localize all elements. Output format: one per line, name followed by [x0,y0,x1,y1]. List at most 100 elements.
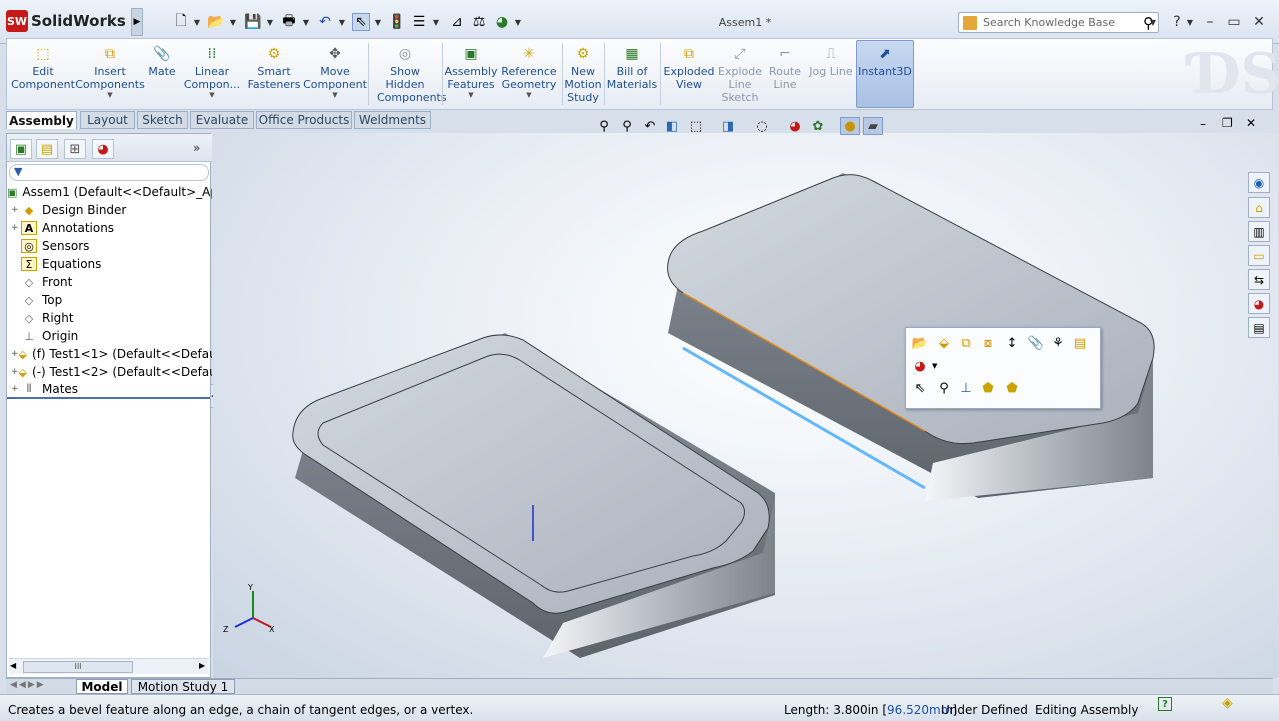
tree-item-test1-1[interactable]: + ⬙ (f) Test1<1> (Default<<Defaul [7,345,212,363]
hide-show-items-icon[interactable]: ◌ [752,117,772,135]
help-icon[interactable]: ? [1158,697,1172,711]
edit-component-button[interactable]: ⬚ Edit Component [11,41,75,109]
isolate-icon[interactable]: ⬟ [978,378,998,398]
part-test1-1[interactable] [292,333,775,658]
tab-motion-study-1[interactable]: Motion Study 1 [131,679,235,694]
configuration-manager-tab-icon[interactable]: ⊞ [64,139,86,159]
shadows-icon[interactable]: ▰ [863,117,883,135]
design-library-icon[interactable]: ▥ [1248,221,1270,242]
appearances-icon[interactable]: ◕ [1248,293,1270,314]
chevron-down-icon[interactable]: ▼ [932,362,937,370]
custom-properties-icon[interactable]: ▤ [1248,317,1270,338]
display-manager-tab-icon[interactable]: ◕ [92,139,114,159]
zoom-to-selection-icon[interactable]: ⚲ [934,378,954,398]
solidworks-logo[interactable]: SW SolidWorks [6,8,126,34]
move-component-button[interactable]: ✥ Move Component ▼ [303,41,367,109]
solidworks-resources-icon[interactable]: ◉ [1248,172,1270,193]
tab-office-products[interactable]: Office Products [256,111,352,129]
tab-scroll-arrows-icon[interactable]: ◀◀▶▶ [10,680,46,690]
tree-item-mates[interactable]: + ⫴ Mates [7,381,212,399]
exploded-view-button[interactable]: ⧉ Exploded View [663,41,715,109]
chevron-down-icon[interactable]: ▼ [332,91,337,99]
realview-graphics-icon[interactable]: ● [840,117,860,135]
edit-part-icon[interactable]: ⬙ [934,333,954,353]
instant3d-button[interactable]: ⬈ Instant3D [856,40,914,108]
new-document-icon[interactable]: 🗋 [172,13,190,31]
reference-geometry-button[interactable]: ✳ Reference Geometry ▼ [499,41,559,109]
chevron-down-icon[interactable]: ▼ [468,91,473,99]
fix-component-icon[interactable]: ⬟ [1002,378,1022,398]
expand-icon[interactable]: + [11,367,19,377]
expand-icon[interactable]: + [11,384,21,394]
tab-layout[interactable]: Layout [80,111,135,129]
select-other-icon[interactable]: ⇖ [910,378,930,398]
tree-item-test1-2[interactable]: + ⬙ (-) Test1<2> (Default<<Defaul [7,363,212,381]
property-manager-tab-icon[interactable]: ▤ [36,139,58,159]
tree-item-sensors[interactable]: ◎ Sensors [7,237,212,255]
smart-fasteners-button[interactable]: ⚙ Smart Fasteners [245,41,303,109]
smart-mates-icon[interactable]: ⚘ [1048,333,1068,353]
viewport-restore-button[interactable]: ❐ [1222,116,1233,130]
change-transparency-icon[interactable]: ⧇ [978,333,998,353]
open-part-icon[interactable]: 📂 [910,333,930,353]
jog-line-button[interactable]: ⎍ Jog Line [807,41,855,109]
graphics-area[interactable]: Y X Z [213,133,1278,678]
maximize-button[interactable]: ▭ [1224,12,1244,32]
expand-icon[interactable]: + [11,349,19,359]
insert-components-button[interactable]: ⧉ Insert Components ▼ [75,41,145,109]
show-hidden-components-button[interactable]: ◎ Show Hidden Components [371,41,447,109]
mate-paperclip-icon[interactable]: 📎 [1026,333,1046,353]
tree-filter[interactable]: ▼ [9,164,209,181]
scroll-thumb[interactable]: III [23,661,133,673]
expand-panel-icon[interactable]: » [193,141,200,155]
home-icon[interactable]: ⌂ [1248,197,1270,218]
tree-item-right-plane[interactable]: ◇ Right [7,309,212,327]
chevron-down-icon[interactable]: ▼ [209,91,214,99]
bill-of-materials-button[interactable]: ▦ Bill of Materials [607,41,657,109]
minimize-button[interactable]: – [1200,12,1220,32]
tab-weldments[interactable]: Weldments [354,111,431,129]
scroll-left-icon[interactable]: ◀ [10,661,16,670]
zoom-to-fit-icon[interactable]: ⚲ [594,117,614,135]
chevron-down-icon[interactable]: ▼ [1186,14,1194,30]
explode-line-sketch-button[interactable]: ⤢ Explode Line Sketch [717,41,763,109]
chevron-down-icon[interactable]: ▼ [229,14,237,30]
file-properties-icon[interactable]: ☰ [410,13,428,31]
horizontal-scrollbar[interactable]: ◀ III ▶ [9,658,209,674]
display-style-icon[interactable]: ◨ [718,117,738,135]
tree-item-annotations[interactable]: + A Annotations [7,219,212,237]
tab-evaluate[interactable]: Evaluate [190,111,254,129]
new-motion-study-button[interactable]: ⚙ New Motion Study [564,41,601,109]
mate-button[interactable]: 📎 Mate [145,41,179,109]
linear-component-pattern-button[interactable]: ⁞⁞ Linear Compon... ▼ [181,41,243,109]
search-input[interactable]: Search Knowledge Base [983,16,1143,29]
expand-icon[interactable]: + [11,205,21,215]
quick-tips-icon[interactable]: ◈ [1222,695,1233,711]
expand-icon[interactable]: + [11,223,21,233]
edit-appearance-icon[interactable]: ◕ [785,117,805,135]
tab-assembly[interactable]: Assembly [6,111,77,129]
chevron-down-icon[interactable]: ▼ [526,91,531,99]
tree-item-top-plane[interactable]: ◇ Top [7,291,212,309]
chevron-down-icon[interactable]: ▼ [514,14,522,30]
open-folder-icon[interactable]: 📂 [207,13,225,31]
menu-expand-icon[interactable]: ▶ [131,8,143,36]
section-view-icon[interactable]: ◧ [662,117,682,135]
view-orientation-icon[interactable]: ⬚ [686,117,706,135]
save-icon[interactable]: 💾 [244,13,262,31]
feature-manager-tab-icon[interactable]: ▣ [10,139,32,159]
search-knowledge-base[interactable]: Search Knowledge Base ⚲ [958,12,1159,33]
tree-item-front-plane[interactable]: ◇ Front [7,273,212,291]
route-line-button[interactable]: ⌐ Route Line [765,41,805,109]
tree-item-design-binder[interactable]: + ◆ Design Binder [7,201,212,219]
normal-to-icon[interactable]: ⊥ [956,378,976,398]
mass-properties-icon[interactable]: ⚖ [470,13,488,31]
viewport-minimize-button[interactable]: – [1200,117,1206,131]
appearance-icon[interactable]: ◕ [493,13,511,31]
scroll-right-icon[interactable]: ▶ [199,661,205,670]
tab-model[interactable]: Model [76,679,128,694]
chevron-down-icon[interactable]: ▼ [107,91,112,99]
apply-scene-icon[interactable]: ✿ [808,117,828,135]
view-palette-icon[interactable]: ⇆ [1248,269,1270,290]
zoom-to-area-icon[interactable]: ⚲ [617,117,637,135]
